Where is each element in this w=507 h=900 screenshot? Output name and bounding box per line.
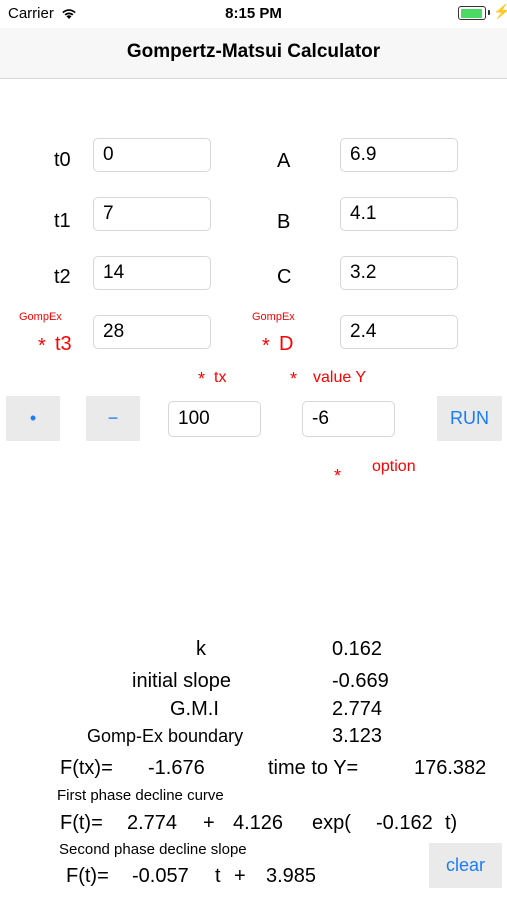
t1-input[interactable] bbox=[93, 197, 211, 231]
first-phase-title: First phase decline curve bbox=[57, 787, 224, 804]
first-phase-plus: + bbox=[203, 812, 215, 834]
a-label: A bbox=[277, 150, 291, 172]
t2-label: t2 bbox=[54, 266, 71, 288]
tx-required-star: * bbox=[198, 369, 206, 389]
second-phase-t: t bbox=[215, 865, 221, 887]
initial-slope-value: -0.669 bbox=[332, 670, 389, 692]
gmi-label: G.M.I bbox=[170, 698, 219, 720]
t3-input[interactable] bbox=[93, 315, 211, 349]
tx-label: tx bbox=[214, 369, 227, 386]
t3-required-star: * bbox=[38, 335, 46, 357]
option-required-star: * bbox=[334, 466, 342, 486]
t3-gompex-tag: GompEx bbox=[19, 311, 62, 323]
clear-button[interactable]: clear bbox=[429, 843, 502, 888]
option-label[interactable]: option bbox=[372, 458, 416, 476]
run-button[interactable]: RUN bbox=[437, 396, 502, 441]
d-gompex-tag: GompEx bbox=[252, 311, 295, 323]
d-input[interactable] bbox=[340, 315, 458, 349]
minus-button[interactable]: − bbox=[86, 396, 140, 441]
time-to-y-label: time to Y= bbox=[268, 757, 359, 779]
second-phase-a-value: -0.057 bbox=[132, 865, 189, 887]
tx-input[interactable] bbox=[168, 401, 261, 437]
charging-icon: ⚡ bbox=[493, 3, 507, 19]
first-phase-b-value: 4.126 bbox=[233, 812, 284, 834]
battery-icon bbox=[458, 6, 486, 20]
dot-button[interactable]: • bbox=[6, 396, 60, 441]
first-phase-f-label: F(t)= bbox=[60, 812, 103, 834]
valuey-required-star: * bbox=[290, 369, 298, 389]
t0-label: t0 bbox=[54, 149, 71, 171]
first-phase-t: t) bbox=[445, 812, 458, 834]
first-phase-exp: exp( bbox=[312, 812, 351, 834]
ftx-label: F(tx)= bbox=[60, 757, 113, 779]
second-phase-b-value: 3.985 bbox=[266, 865, 317, 887]
t2-input[interactable] bbox=[93, 256, 211, 290]
navigation-bar: Gompertz-Matsui Calculator bbox=[0, 28, 507, 79]
gmi-value: 2.774 bbox=[332, 698, 383, 720]
d-required-star: * bbox=[262, 335, 270, 357]
page-title: Gompertz-Matsui Calculator bbox=[126, 41, 381, 62]
c-input[interactable] bbox=[340, 256, 458, 290]
t0-input[interactable] bbox=[93, 138, 211, 172]
second-phase-title: Second phase decline slope bbox=[59, 841, 247, 858]
second-phase-plus: + bbox=[234, 865, 246, 887]
k-value: 0.162 bbox=[332, 638, 383, 660]
second-phase-f-label: F(t)= bbox=[66, 865, 109, 887]
first-phase-a-value: 2.774 bbox=[127, 812, 178, 834]
clock: 8:15 PM bbox=[225, 5, 282, 22]
a-input[interactable] bbox=[340, 138, 458, 172]
b-label: B bbox=[277, 211, 291, 233]
status-bar: Carrier 8:15 PM ⚡ bbox=[0, 0, 507, 28]
first-phase-c-value: -0.162 bbox=[376, 812, 433, 834]
k-label: k bbox=[196, 638, 206, 660]
c-label: C bbox=[277, 266, 292, 288]
gompex-boundary-label: Gomp-Ex boundary bbox=[87, 726, 244, 746]
battery-nub bbox=[488, 10, 490, 15]
gompex-boundary-value: 3.123 bbox=[332, 725, 383, 747]
initial-slope-label: initial slope bbox=[132, 670, 231, 692]
valuey-label: value Y bbox=[313, 369, 367, 386]
t1-label: t1 bbox=[54, 210, 71, 232]
d-label: D bbox=[279, 333, 294, 355]
t3-label: t3 bbox=[55, 333, 72, 355]
ftx-value: -1.676 bbox=[148, 757, 205, 779]
b-input[interactable] bbox=[340, 197, 458, 231]
valuey-input[interactable] bbox=[302, 401, 395, 437]
time-to-y-value: 176.382 bbox=[414, 757, 487, 779]
